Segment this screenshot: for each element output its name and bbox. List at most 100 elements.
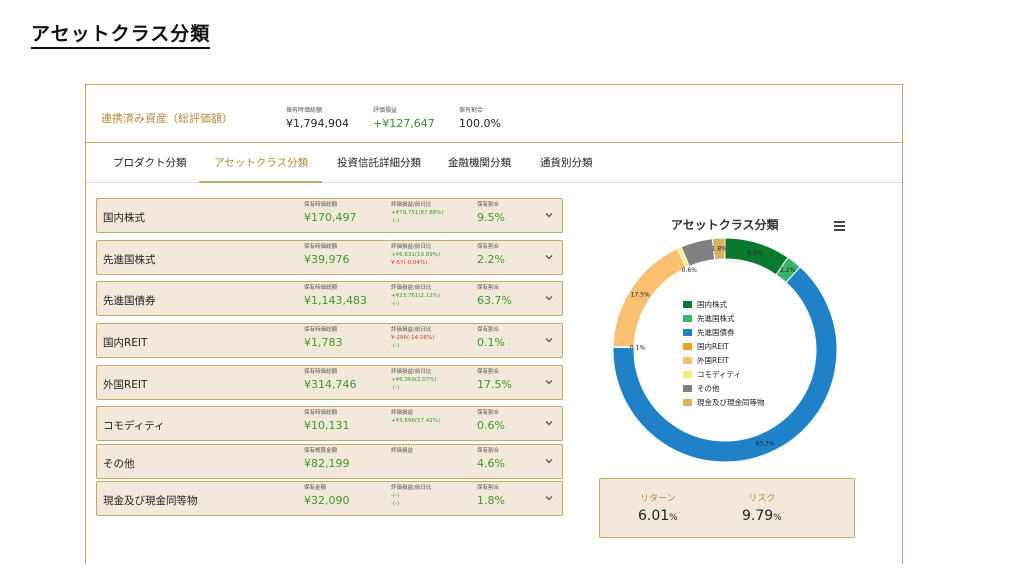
profit-value: +¥3,696(57.42%) (391, 418, 441, 424)
return-unit: % (669, 513, 678, 523)
profit-caption: 評価損益/前日比 (391, 369, 432, 375)
slice-label: 17.5% (631, 291, 650, 298)
asset-row[interactable]: コモディティ 保有時価総額 ¥10,131 評価損益 +¥3,696(57.42… (96, 406, 563, 441)
legend-item[interactable]: 国内REIT (683, 339, 765, 353)
legend-item[interactable]: コモディティ (683, 367, 765, 381)
profit-value: +¥79,751(87.88%) (391, 210, 444, 216)
asset-row[interactable]: 国内REIT 保有時価総額 ¥1,783 評価損益/前日比 ¥-296(-14.… (96, 323, 563, 358)
asset-row[interactable]: 先進国債券 保有時価総額 ¥1,143,483 評価損益/前日比 +¥23,76… (96, 281, 563, 316)
legend-item[interactable]: 先進国債券 (683, 325, 765, 339)
market-value-caption: 保有時価総額 (304, 410, 338, 416)
tab-fund-detail[interactable]: 投資信託詳細分類 (337, 143, 421, 183)
market-value: ¥32,090 (304, 494, 350, 507)
market-value-col: 保有時価総額 ¥1,143,483 (304, 285, 367, 307)
share-value: 4.6% (477, 457, 505, 470)
market-value-col: 保有金額 ¥32,090 (304, 485, 350, 507)
summary-bar: 連携済み資産（総評価額） 保有時価総額 ¥1,794,904 評価損益 +¥12… (86, 85, 902, 143)
profit-value: +¥6,631(19.89%) (391, 252, 441, 258)
chevron-down-icon (545, 255, 553, 260)
risk-number: 9.79 (742, 508, 774, 524)
market-value-caption: 保有時価総額 (304, 285, 338, 291)
summary-profit: 評価損益 +¥127,647 (373, 105, 435, 130)
profit-value: -(-) (391, 493, 400, 499)
profit-caption: 評価損益/前日比 (391, 327, 432, 333)
legend-item[interactable]: 国内株式 (683, 297, 765, 311)
day-change-value: -(-) (391, 385, 400, 391)
tab-asset-class[interactable]: アセットクラス分類 (214, 143, 308, 183)
market-value-col: 保有時価総額 ¥39,976 (304, 244, 350, 266)
market-value: ¥10,131 (304, 419, 350, 432)
profit-caption: 評価損益/前日比 (391, 202, 432, 208)
legend-item[interactable]: 現金及び現金同等物 (683, 395, 765, 409)
chevron-down-icon (545, 338, 553, 343)
summary-market-value: 保有時価総額 ¥1,794,904 (286, 105, 349, 130)
market-value-col: 保有時価総額 ¥1,783 (304, 327, 343, 349)
profit-col: 評価損益/前日比 -(-) -(-) (391, 485, 431, 508)
market-value: ¥314,746 (304, 378, 357, 391)
asset-row[interactable]: その他 保有概算金額 ¥82,199 評価損益 - 保有割合 4.6% (96, 444, 563, 479)
asset-name: 現金及び現金同等物 (103, 495, 198, 507)
slice-label: 1.8% (712, 246, 728, 253)
legend-label: 先進国株式 (697, 313, 735, 323)
market-value-caption: 保有概算金額 (304, 448, 338, 454)
return-number: 6.01 (638, 508, 670, 524)
legend-item[interactable]: 先進国株式 (683, 311, 765, 325)
chevron-down-icon (545, 213, 553, 218)
asset-name: その他 (103, 458, 135, 470)
profit-caption: 評価損益 (391, 410, 414, 416)
chevron-down-icon (545, 380, 553, 385)
share-value: 0.6% (477, 419, 505, 432)
profit-caption: 評価損益/前日比 (391, 244, 432, 250)
share-caption: 保有割合 (477, 485, 500, 491)
share-col: 保有割合 17.5% (477, 369, 512, 391)
active-tab-indicator (199, 181, 322, 183)
summary-caption: 保有割合 (459, 107, 484, 114)
legend-label: 国内REIT (697, 341, 729, 351)
share-caption: 保有割合 (477, 448, 500, 454)
tab-product[interactable]: プロダクト分類 (113, 143, 187, 183)
legend-label: コモディティ (697, 369, 742, 379)
share-value: 0.1% (477, 336, 505, 349)
summary-value: 100.0% (459, 117, 501, 130)
legend-swatch (683, 370, 692, 378)
asset-row[interactable]: 現金及び現金同等物 保有金額 ¥32,090 評価損益/前日比 -(-) -(-… (96, 481, 563, 516)
profit-caption: 評価損益/前日比 (391, 285, 432, 291)
asset-name: コモディティ (103, 420, 165, 432)
legend-swatch (683, 342, 692, 350)
tab-institution[interactable]: 金融機関分類 (448, 143, 511, 183)
profit-col: 評価損益/前日比 +¥6,631(19.89%) ¥-57(-0.04%) (391, 244, 440, 267)
market-value-caption: 保有金額 (304, 485, 327, 491)
profit-col: 評価損益/前日比 +¥79,751(87.88%) -(-) (391, 202, 444, 225)
asset-row[interactable]: 先進国株式 保有時価総額 ¥39,976 評価損益/前日比 +¥6,631(19… (96, 240, 563, 275)
legend-label: 現金及び現金同等物 (697, 397, 765, 407)
chevron-down-icon (545, 421, 553, 426)
asset-row[interactable]: 外国REIT 保有時価総額 ¥314,746 評価損益/前日比 +¥6,369(… (96, 365, 563, 400)
market-value: ¥1,143,483 (304, 294, 367, 307)
summary-share: 保有割合 100.0% (459, 105, 501, 130)
chart-title: アセットクラス分類 (671, 218, 779, 232)
share-caption: 保有割合 (477, 369, 500, 375)
summary-label: 連携済み資産（総評価額） (101, 112, 233, 125)
legend-item[interactable]: その他 (683, 381, 765, 395)
share-col: 保有割合 1.8% (477, 485, 505, 507)
share-value: 2.2% (477, 253, 505, 266)
tab-currency[interactable]: 通貨別分類 (540, 143, 593, 183)
hamburger-menu-icon[interactable] (834, 221, 845, 231)
share-caption: 保有割合 (477, 244, 500, 250)
return-metric: リターン 6.01% (638, 491, 678, 524)
market-value-caption: 保有時価総額 (304, 369, 338, 375)
legend-item[interactable]: 外国REIT (683, 353, 765, 367)
market-value-col: 保有時価総額 ¥314,746 (304, 369, 357, 391)
slice-label: 2.2% (780, 267, 796, 274)
slice-label: 9.5% (747, 250, 763, 257)
profit-caption: 評価損益/前日比 (391, 485, 432, 491)
asset-row[interactable]: 国内株式 保有時価総額 ¥170,497 評価損益/前日比 +¥79,751(8… (96, 198, 563, 233)
share-col: 保有割合 9.5% (477, 202, 505, 224)
day-change-value: ¥-57(-0.04%) (391, 260, 428, 266)
summary-caption: 評価損益 (373, 107, 398, 114)
share-caption: 保有割合 (477, 285, 500, 291)
legend-swatch (683, 300, 692, 308)
share-caption: 保有割合 (477, 202, 500, 208)
market-value: ¥39,976 (304, 253, 350, 266)
chevron-down-icon (545, 459, 553, 464)
